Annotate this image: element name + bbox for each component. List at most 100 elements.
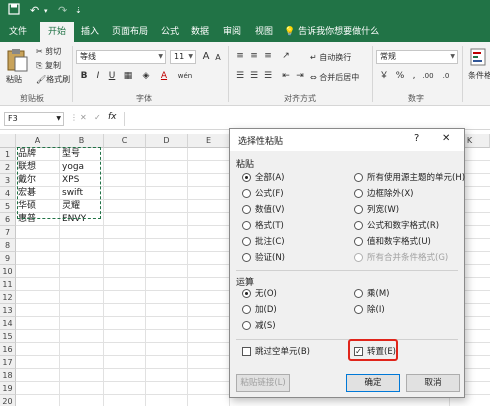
column-header-e[interactable]: E	[188, 134, 230, 148]
row-header-5[interactable]: 5	[0, 200, 16, 213]
enter-formula-icon[interactable]: ✓	[94, 113, 101, 122]
row-header-3[interactable]: 3	[0, 174, 16, 187]
format-painter-button[interactable]: 🖌格式刷	[36, 74, 70, 85]
paste-option-label: 所有使用源主题的单元(H)	[367, 173, 466, 183]
chevron-down-icon: ▼	[56, 115, 61, 122]
number-group-label: 数字	[408, 94, 424, 103]
column-header-d[interactable]: D	[146, 134, 188, 148]
ok-button[interactable]: 确定	[346, 374, 400, 392]
row-header-17[interactable]: 17	[0, 356, 16, 369]
ribbon-tabs: 文件 开始 插入 页面布局 公式 数据 审阅 视图 💡 告诉我你想要做什么	[0, 22, 490, 42]
row-header-7[interactable]: 7	[0, 226, 16, 239]
checkbox-icon	[242, 347, 251, 356]
conditional-format-icon[interactable]	[470, 48, 488, 68]
close-icon[interactable]: ✕	[442, 133, 450, 144]
row-header-13[interactable]: 13	[0, 304, 16, 317]
save-icon[interactable]	[8, 3, 20, 20]
tell-me-box[interactable]: 💡 告诉我你想要做什么	[284, 22, 379, 42]
font-group-label: 字体	[136, 94, 152, 103]
increase-indent-icon[interactable]: ⇥	[294, 70, 306, 83]
radio-icon	[242, 173, 251, 182]
italic-button[interactable]: I	[92, 70, 104, 83]
paste-link-button[interactable]: 粘贴链接(L)	[236, 374, 290, 392]
select-all-corner[interactable]	[0, 134, 16, 148]
row-header-18[interactable]: 18	[0, 369, 16, 382]
bold-button[interactable]: B	[78, 70, 90, 83]
row-header-15[interactable]: 15	[0, 330, 16, 343]
column-header-c[interactable]: C	[104, 134, 146, 148]
fill-color-icon[interactable]: ◈	[140, 70, 152, 83]
underline-button[interactable]: U	[106, 70, 118, 83]
formula-input[interactable]	[124, 112, 486, 126]
paste-option-label: 全部(A)	[255, 173, 285, 183]
decrease-decimal-button[interactable]: .0	[438, 70, 454, 83]
row-header-1[interactable]: 1	[0, 148, 16, 161]
row-header-9[interactable]: 9	[0, 252, 16, 265]
comma-button[interactable]: ,	[408, 70, 420, 83]
separator	[372, 46, 373, 102]
orientation-icon[interactable]: ↗	[280, 50, 292, 63]
radio-icon	[354, 253, 363, 262]
column-header-a[interactable]: A	[16, 134, 60, 148]
increase-decimal-button[interactable]: .00	[420, 70, 436, 83]
options-dots-icon: ⋮	[70, 113, 78, 122]
row-header-8[interactable]: 8	[0, 239, 16, 252]
row-header-16[interactable]: 16	[0, 343, 16, 356]
customize-toolbar-icon[interactable]: ⇣	[75, 3, 82, 19]
tab-data[interactable]: 数据	[186, 22, 214, 42]
undo-dropdown-icon[interactable]: ▾	[44, 3, 48, 19]
font-color-button[interactable]: A	[158, 70, 170, 83]
row-header-4[interactable]: 4	[0, 187, 16, 200]
tab-review[interactable]: 审阅	[218, 22, 246, 42]
merge-center-button[interactable]: ⇔ 合并后居中	[310, 72, 359, 83]
separator	[228, 46, 229, 102]
row-header-19[interactable]: 19	[0, 382, 16, 395]
row-header-2[interactable]: 2	[0, 161, 16, 174]
decrease-font-button[interactable]: A	[212, 51, 224, 64]
insert-function-icon[interactable]: fx	[108, 112, 117, 122]
align-right-icon[interactable]: ☰	[262, 70, 274, 83]
align-top-icon[interactable]: ≡	[234, 50, 246, 63]
copy-marquee	[17, 147, 101, 219]
tab-insert[interactable]: 插入	[76, 22, 104, 42]
row-header-10[interactable]: 10	[0, 265, 16, 278]
cancel-formula-icon[interactable]: ✕	[80, 113, 87, 122]
font-name-select[interactable]: 等线 ▼	[76, 50, 166, 64]
currency-button[interactable]: ￥	[378, 70, 390, 83]
conditional-format-button[interactable]: 条件格	[468, 70, 490, 81]
row-header-11[interactable]: 11	[0, 278, 16, 291]
phonetic-button[interactable]: wén	[176, 70, 194, 83]
tab-home[interactable]: 开始	[40, 22, 74, 42]
cut-button[interactable]: ✂ 剪切	[36, 46, 61, 57]
tab-view[interactable]: 视图	[250, 22, 278, 42]
copy-icon: ⎘	[36, 61, 45, 70]
row-header-20[interactable]: 20	[0, 395, 16, 406]
align-left-icon[interactable]: ☰	[234, 70, 246, 83]
percent-button[interactable]: %	[394, 70, 406, 83]
row-header-6[interactable]: 6	[0, 213, 16, 226]
increase-font-button[interactable]: A	[200, 50, 212, 63]
chevron-down-icon: ▼	[158, 53, 163, 60]
decrease-indent-icon[interactable]: ⇤	[280, 70, 292, 83]
help-icon[interactable]: ?	[414, 133, 419, 144]
align-middle-icon[interactable]: ≡	[248, 50, 260, 63]
font-size-select[interactable]: 11 ▼	[170, 50, 196, 64]
paste-icon[interactable]	[6, 48, 28, 72]
name-box[interactable]: F3 ▼	[4, 112, 64, 126]
align-center-icon[interactable]: ☰	[248, 70, 260, 83]
column-header-b[interactable]: B	[60, 134, 104, 148]
borders-icon[interactable]: ▦	[122, 70, 134, 83]
row-header-14[interactable]: 14	[0, 317, 16, 330]
tab-file[interactable]: 文件	[4, 22, 32, 42]
wrap-text-button[interactable]: ↵ 自动换行	[310, 52, 351, 63]
cancel-button[interactable]: 取消	[406, 374, 460, 392]
tab-page-layout[interactable]: 页面布局	[106, 22, 154, 42]
copy-button[interactable]: ⎘ 复制	[36, 60, 61, 71]
redo-icon[interactable]: ↷	[58, 3, 67, 19]
row-header-12[interactable]: 12	[0, 291, 16, 304]
align-bottom-icon[interactable]: ≡	[262, 50, 274, 63]
number-format-select[interactable]: 常规 ▼	[376, 50, 458, 64]
undo-icon[interactable]: ↶	[30, 3, 39, 19]
tab-formulas[interactable]: 公式	[156, 22, 184, 42]
paste-button[interactable]: 粘贴	[6, 74, 22, 85]
